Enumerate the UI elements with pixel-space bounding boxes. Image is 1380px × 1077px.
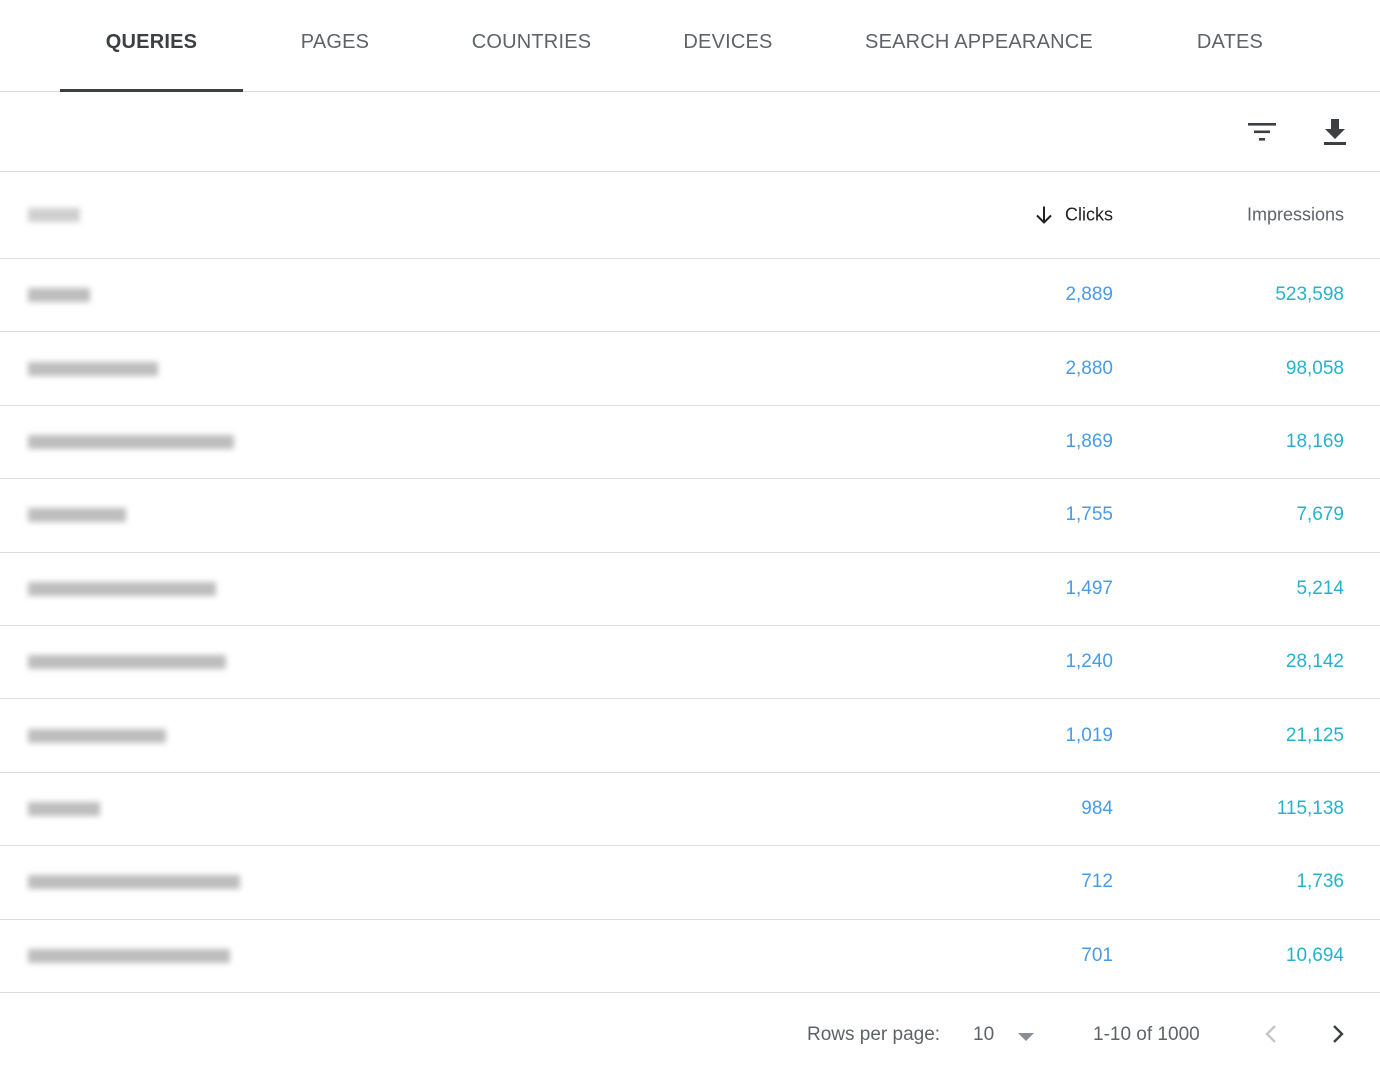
table-row[interactable]: 1,497 5,214 — [0, 553, 1380, 626]
query-text — [28, 728, 166, 743]
clicks-value: 701 — [1081, 944, 1113, 966]
clicks-value: 984 — [1081, 797, 1113, 819]
table-row[interactable]: 1,240 28,142 — [0, 626, 1380, 700]
table-toolbar — [0, 92, 1380, 172]
download-button[interactable] — [1317, 114, 1353, 150]
rows-per-page-value: 10 — [973, 1024, 995, 1045]
impressions-value: 21,125 — [1285, 724, 1344, 746]
filter-button[interactable] — [1244, 114, 1280, 150]
table-row[interactable]: 1,755 7,679 — [0, 479, 1380, 553]
rows-per-page-select[interactable]: 10 — [960, 1020, 1042, 1050]
query-text — [28, 361, 158, 376]
tab-devices[interactable]: DEVICES — [660, 0, 796, 92]
header-query[interactable] — [28, 208, 80, 222]
report-tabs: QUERIES PAGES COUNTRIES DEVICES SEARCH A… — [0, 0, 1380, 92]
table-header: Clicks Impressions — [0, 172, 1380, 259]
next-page-button[interactable] — [1320, 1016, 1356, 1052]
clicks-value: 1,755 — [1065, 504, 1113, 526]
header-impressions[interactable]: Impressions — [1247, 205, 1344, 226]
impressions-value: 7,679 — [1296, 504, 1344, 526]
clicks-value: 712 — [1081, 871, 1113, 893]
impressions-value: 523,598 — [1275, 284, 1344, 306]
clicks-value: 1,869 — [1065, 430, 1113, 452]
download-icon — [1324, 119, 1346, 145]
tab-label: DATES — [1196, 30, 1264, 53]
clicks-value: 1,497 — [1065, 577, 1113, 599]
query-text — [28, 875, 240, 890]
query-text — [28, 288, 90, 303]
chevron-right-icon — [1333, 1025, 1344, 1043]
table-row[interactable]: 1,869 18,169 — [0, 406, 1380, 480]
page-range: 1-10 of 1000 — [1093, 1024, 1200, 1045]
header-clicks-label: Clicks — [1065, 204, 1113, 225]
query-text — [28, 948, 230, 963]
table-row[interactable]: 2,889 523,598 — [0, 259, 1380, 333]
impressions-value: 5,214 — [1296, 577, 1344, 599]
filter-icon — [1248, 123, 1276, 141]
impressions-value: 1,736 — [1296, 871, 1344, 893]
tab-label: COUNTRIES — [471, 30, 592, 53]
query-text — [28, 655, 226, 670]
impressions-value: 10,694 — [1285, 944, 1344, 966]
tab-countries[interactable]: COUNTRIES — [450, 0, 613, 92]
tab-queries[interactable]: QUERIES — [60, 0, 243, 92]
tab-label: QUERIES — [105, 30, 198, 53]
query-text — [28, 581, 216, 596]
tab-label: PAGES — [300, 30, 370, 53]
impressions-value: 115,138 — [1276, 797, 1344, 819]
tab-search-appearance[interactable]: SEARCH APPEARANCE — [845, 0, 1113, 92]
table-row[interactable]: 1,019 21,125 — [0, 699, 1380, 773]
chevron-left-icon — [1265, 1025, 1276, 1043]
tab-label: SEARCH APPEARANCE — [865, 30, 1093, 53]
queries-table: Clicks Impressions 2,889 523,598 2,880 9… — [0, 172, 1380, 993]
header-clicks[interactable]: Clicks — [1035, 205, 1113, 226]
table-row[interactable]: 984 115,138 — [0, 773, 1380, 847]
tab-dates[interactable]: DATES — [1170, 0, 1290, 92]
clicks-value: 1,019 — [1065, 724, 1113, 746]
pagination: Rows per page: 10 1-10 of 1000 — [0, 992, 1380, 1077]
table-row[interactable]: 701 10,694 — [0, 920, 1380, 993]
clicks-value: 2,880 — [1065, 357, 1113, 379]
table-row[interactable]: 712 1,736 — [0, 846, 1380, 920]
tab-label: DEVICES — [683, 30, 773, 53]
rows-per-page-label: Rows per page: — [807, 1024, 941, 1045]
query-text — [28, 508, 126, 523]
impressions-value: 98,058 — [1285, 357, 1344, 379]
query-text — [28, 434, 234, 449]
tab-pages[interactable]: PAGES — [270, 0, 400, 92]
impressions-value: 28,142 — [1285, 651, 1344, 673]
arrow-down-icon — [1035, 205, 1053, 225]
clicks-value: 1,240 — [1065, 651, 1113, 673]
table-row[interactable]: 2,880 98,058 — [0, 332, 1380, 406]
query-text — [28, 801, 100, 816]
caret-down-icon — [1016, 1030, 1036, 1048]
previous-page-button[interactable] — [1253, 1016, 1289, 1052]
clicks-value: 2,889 — [1065, 284, 1113, 306]
impressions-value: 18,169 — [1285, 430, 1344, 452]
